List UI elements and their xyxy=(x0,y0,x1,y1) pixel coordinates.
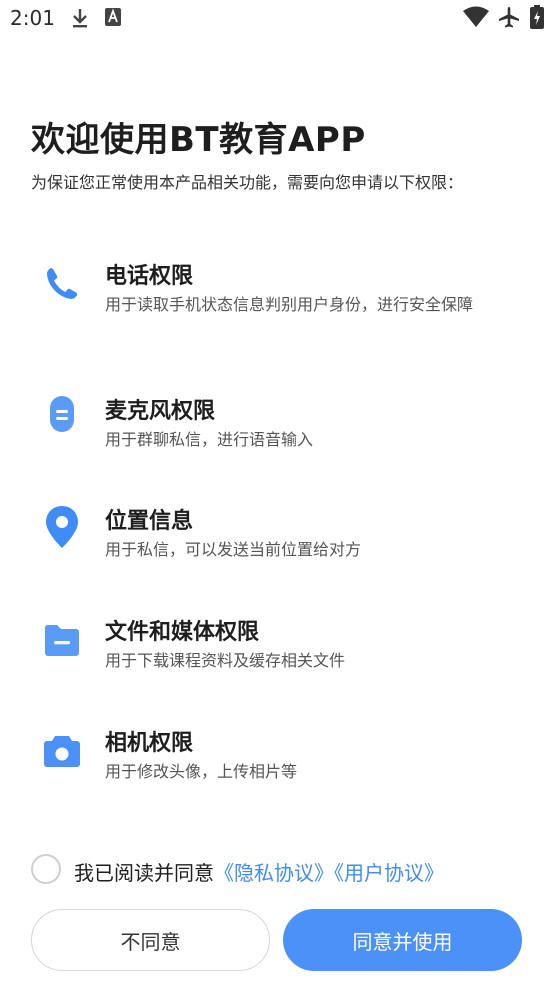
user-agreement-link[interactable]: 《用户协议》 xyxy=(334,861,444,885)
airplane-icon xyxy=(497,5,521,33)
permission-item-files: 文件和媒体权限 用于下载课程资料及缓存相关文件 xyxy=(40,614,520,674)
a11y-a-icon xyxy=(104,7,122,31)
page-subtitle: 为保证您正常使用本产品相关功能，需要向您申请以下权限： xyxy=(31,173,464,192)
privacy-policy-link[interactable]: 《隐私协议》 xyxy=(214,861,334,885)
location-pin-icon xyxy=(40,505,84,549)
page-title: 欢迎使用BT教育APP xyxy=(31,120,366,160)
agreement-text: 我已阅读并同意《隐私协议》《用户协议》 xyxy=(74,857,444,886)
permission-desc: 用于读取手机状态信息判别用户身份，进行安全保障 xyxy=(105,295,474,314)
agreement-checkbox[interactable] xyxy=(31,854,61,884)
folder-icon xyxy=(40,618,84,662)
permission-item-phone: 电话权限 用于读取手机状态信息判别用户身份，进行安全保障 xyxy=(40,258,520,338)
permission-desc: 用于修改头像，上传相片等 xyxy=(105,762,298,781)
permission-title: 相机权限 xyxy=(105,731,194,756)
permission-desc: 用于下载课程资料及缓存相关文件 xyxy=(105,651,346,670)
agree-and-use-button[interactable]: 同意并使用 xyxy=(283,909,522,971)
permission-title: 文件和媒体权限 xyxy=(105,620,260,645)
agreement-prefix: 我已阅读并同意 xyxy=(74,861,214,885)
permission-item-camera: 相机权限 用于修改头像，上传相片等 xyxy=(40,725,520,785)
agreement-row: 我已阅读并同意《隐私协议》《用户协议》 xyxy=(31,852,531,886)
wifi-icon xyxy=(462,6,490,32)
permission-item-microphone: 麦克风权限 用于群聊私信，进行语音输入 xyxy=(40,393,520,453)
battery-charging-icon xyxy=(530,5,544,33)
status-bar: 2:01 xyxy=(0,0,553,38)
microphone-icon xyxy=(40,393,84,437)
phone-icon xyxy=(40,262,84,306)
disagree-button[interactable]: 不同意 xyxy=(31,909,270,971)
permission-desc: 用于群聊私信，进行语音输入 xyxy=(105,430,314,449)
permission-item-location: 位置信息 用于私信，可以发送当前位置给对方 xyxy=(40,503,520,563)
permission-title: 位置信息 xyxy=(105,509,194,534)
permission-desc: 用于私信，可以发送当前位置给对方 xyxy=(105,540,362,559)
camera-icon xyxy=(40,729,84,773)
permission-title: 麦克风权限 xyxy=(105,399,216,424)
status-time: 2:01 xyxy=(10,6,55,30)
download-icon xyxy=(70,7,90,33)
permission-title: 电话权限 xyxy=(105,264,194,289)
